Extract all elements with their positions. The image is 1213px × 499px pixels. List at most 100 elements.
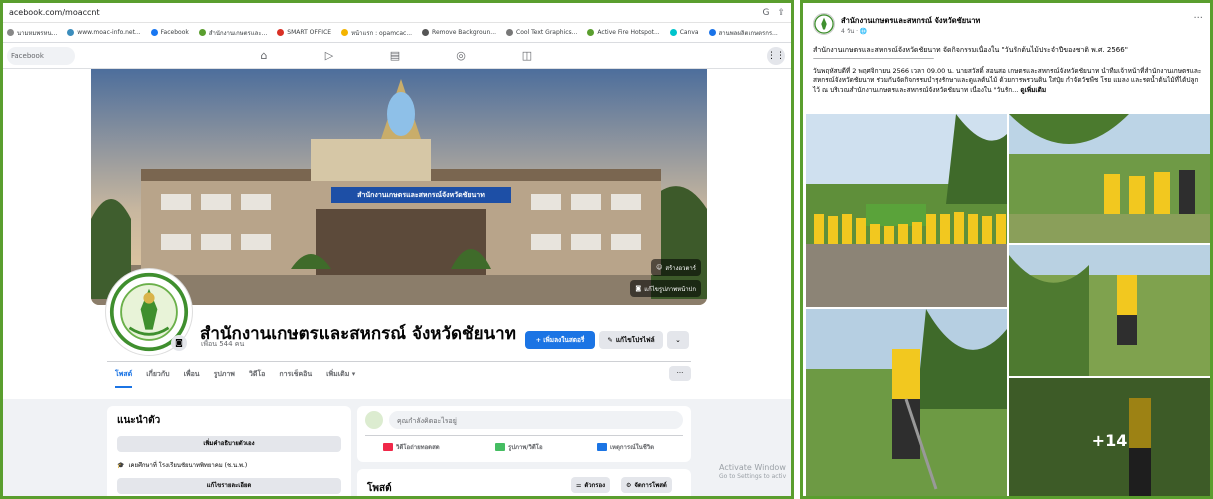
photo-video-button[interactable]: รูปภาพ/วิดีโอ [495, 442, 543, 452]
tab-more[interactable]: เพิ่มเติม ▾ [326, 369, 355, 388]
add-to-story-button[interactable]: + เพิ่มลงในสตอรี่ [525, 331, 595, 349]
bookmark-item[interactable]: สานพลผลิตเกษตรกร... [708, 28, 778, 38]
bookmark-favicon-icon [708, 29, 716, 36]
edit-details-button[interactable]: แก้ไขรายละเอียด [117, 478, 341, 494]
tree-care-image [1009, 245, 1210, 376]
friends-count[interactable]: เพื่อน 544 คน [201, 339, 244, 350]
manage-posts-button[interactable]: ⚙ จัดการโพสต์ [621, 477, 672, 493]
post-options-icon[interactable]: ··· [1193, 13, 1203, 24]
post-body-text: วันพฤหัสบดีที่ 2 พฤศจิกายน 2566 เวลา 09.… [813, 67, 1202, 94]
menu-grid-icon[interactable]: ⋮⋮ [767, 47, 785, 65]
photo-video-label: รูปภาพ/วิดีโอ [508, 444, 543, 451]
bookmark-item[interactable]: SMART OFFICE [277, 29, 331, 36]
bookmark-favicon-icon [7, 29, 14, 36]
education-line: 🎓 เคยศึกษาที่ โรงเรียนชัยนาทพิทยาคม (ช.น… [117, 460, 341, 470]
url-text[interactable]: acebook.com/moaccnt [9, 8, 754, 17]
bookmark-item[interactable]: สำนักงานเกษตรและ... [198, 28, 267, 38]
live-video-button[interactable]: วิดีโอถ่ายทอดสด [383, 442, 440, 452]
bookmarks-bar: นามหมพรหน... www.moac-info.net... Facebook… [3, 23, 791, 43]
watch-icon[interactable]: ▷ [321, 48, 337, 64]
add-bio-button[interactable]: เพิ่มคำอธิบายตัวเอง [117, 436, 341, 452]
tab-about[interactable]: เกี่ยวกับ [146, 369, 169, 388]
bookmark-label: นามหมพรหน... [17, 29, 58, 37]
bookmark-item[interactable]: Cool Text Graphics... [506, 29, 577, 36]
agency-seal-logo-small [814, 14, 834, 34]
home-icon[interactable]: ⌂ [256, 48, 272, 64]
bookmark-favicon-icon [198, 29, 206, 36]
bookmark-item[interactable]: Remove Backgroun... [422, 29, 496, 36]
facebook-post-screenshot: สำนักงานเกษตรและสหกรณ์ จังหวัดชัยนาท 4 ว… [800, 0, 1213, 499]
page-profile-header: สำนักงานเกษตรและสหกรณ์จังหวัดชัยนาท ☺ สร… [3, 69, 791, 399]
marketplace-icon[interactable]: ▤ [387, 48, 403, 64]
post-photo-5[interactable]: +14 [1009, 378, 1210, 496]
cover-building-sign: สำนักงานเกษตรและสหกรณ์จังหวัดชัยนาท [357, 191, 485, 199]
bookmark-label: Canva [679, 29, 699, 36]
bookmark-label: Facebook [160, 29, 189, 36]
group-photo-image [806, 114, 1007, 307]
post-body: วันพฤหัสบดีที่ 2 พฤศจิกายน 2566 เวลา 09.… [813, 67, 1205, 95]
tab-divider [107, 361, 691, 362]
post-author-avatar[interactable] [813, 13, 835, 35]
chevron-down-icon[interactable]: ⌄ [667, 331, 689, 349]
bookmark-label: www.moac-info.net... [77, 29, 141, 36]
live-video-label: วิดีโอถ่ายทอดสด [396, 444, 440, 451]
bookmark-item[interactable]: Active Fire Hotspot... [587, 29, 660, 36]
activation-subtitle: Go to Settings to activ [719, 473, 787, 481]
bookmark-label: Remove Backgroun... [432, 29, 497, 36]
see-more-link[interactable]: ดูเพิ่มเติม [1020, 86, 1046, 94]
composer-divider [365, 435, 683, 436]
post-photo-3[interactable] [1009, 245, 1210, 376]
tab-checkins[interactable]: การเช็คอิน [279, 369, 312, 388]
post-photo-1[interactable] [806, 114, 1007, 307]
intro-title: แนะนำตัว [117, 415, 161, 426]
groups-icon[interactable]: ◎ [453, 48, 469, 64]
post-timestamp[interactable]: 4 วัน · 🌐 [841, 26, 867, 36]
tab-friends[interactable]: เพื่อน [184, 369, 200, 388]
avatar-camera-icon[interactable]: ◙ [171, 335, 187, 351]
posts-header: โพสต์ ⚌ ตัวกรอง ⚙ จัดการโพสต์ [357, 469, 691, 496]
more-photos-overlay[interactable]: +14 [1009, 378, 1210, 496]
share-icon[interactable]: ⇪ [777, 8, 785, 18]
edit-cover-button[interactable]: ◙ แก้ไขรูปภาพหน้าปก [630, 280, 701, 297]
tab-videos[interactable]: วิดีโอ [249, 369, 265, 388]
post-photo-grid: +14 [806, 114, 1210, 496]
pencil-icon: ✎ [607, 336, 613, 344]
education-text[interactable]: เคยศึกษาที่ โรงเรียนชัยนาทพิทยาคม (ช.น.พ… [128, 460, 247, 470]
create-avatar-button[interactable]: ☺ สร้างอวตาร์ [651, 259, 701, 276]
browser-url-bar[interactable]: acebook.com/moaccnt G ⇪ [3, 3, 791, 23]
tab-photos[interactable]: รูปภาพ [214, 369, 235, 388]
composer-input[interactable]: คุณกำลังคิดอะไรอยู่ [389, 411, 683, 429]
bookmark-item[interactable]: Facebook [150, 29, 189, 36]
activation-title: Activate Window [719, 463, 786, 472]
bookmark-label: Active Fire Hotspot... [597, 29, 660, 36]
edit-profile-button[interactable]: ✎ แก้ไขโปรไฟล์ [599, 331, 663, 349]
bookmark-favicon-icon [422, 29, 430, 36]
gaming-icon[interactable]: ◫ [519, 48, 535, 64]
filter-icon: ⚌ [576, 481, 582, 489]
windows-activation-watermark: Activate Window Go to Settings to activ [719, 463, 786, 481]
facebook-page-screenshot: acebook.com/moaccnt G ⇪ นามหมพรหน... www.… [0, 0, 794, 499]
bookmark-favicon-icon [341, 29, 349, 36]
create-avatar-label: สร้างอวตาร์ [665, 264, 696, 272]
edit-cover-label: แก้ไขรูปภาพหน้าปก [644, 285, 696, 293]
bookmark-favicon-icon [277, 29, 285, 36]
life-event-button[interactable]: เหตุการณ์ในชีวิต [597, 442, 654, 452]
bookmark-item[interactable]: หน้าแรก : opamcac... [341, 28, 412, 38]
gear-icon: ⚙ [626, 481, 632, 489]
cover-photo[interactable]: สำนักงานเกษตรและสหกรณ์จังหวัดชัยนาท ☺ สร… [91, 69, 707, 305]
post-photo-4[interactable] [806, 309, 1007, 496]
bookmark-item[interactable]: นามหมพรหน... [7, 28, 57, 38]
filter-button[interactable]: ⚌ ตัวกรอง [571, 477, 611, 493]
tab-posts[interactable]: โพสต์ [115, 369, 133, 388]
google-icon[interactable]: G [762, 8, 769, 18]
bookmark-item[interactable]: www.moac-info.net... [67, 29, 141, 36]
facebook-search-input[interactable]: Facebook [7, 47, 75, 65]
bookmark-item[interactable]: Canva [669, 29, 699, 36]
life-event-label: เหตุการณ์ในชีวิต [610, 444, 655, 451]
composer-avatar[interactable] [365, 411, 383, 429]
bookmark-favicon-icon [587, 29, 595, 36]
bookmark-favicon-icon [506, 29, 514, 36]
more-options-icon[interactable]: ··· [669, 366, 691, 381]
avatar-icon: ☺ [656, 264, 663, 271]
post-photo-2[interactable] [1009, 114, 1210, 243]
